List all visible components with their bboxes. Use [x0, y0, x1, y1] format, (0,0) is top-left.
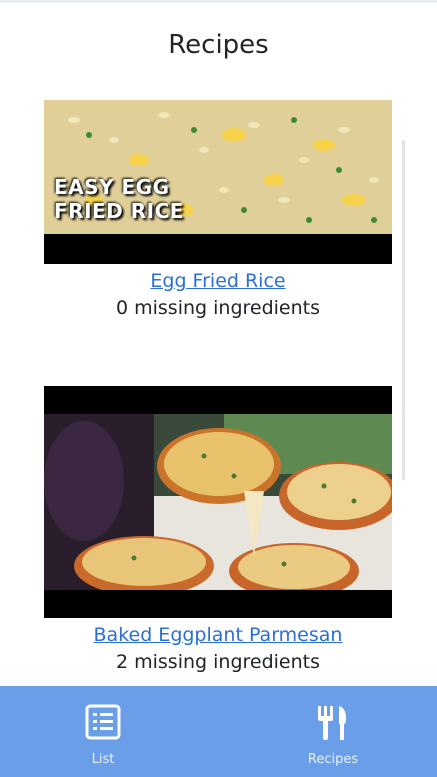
bottom-tab-bar: List Recipes — [0, 686, 437, 777]
fork-knife-icon — [315, 704, 351, 746]
thumbnail-caption: EASY EGG FRIED RICE — [54, 175, 184, 223]
recipe-link-egg-fried-rice[interactable]: Egg Fried Rice — [150, 268, 285, 294]
scrollbar[interactable] — [402, 140, 405, 480]
missing-ingredients-count: 0 missing ingredients — [115, 297, 321, 319]
missing-ingredients-count: 2 missing ingredients — [115, 651, 321, 673]
tab-list[interactable]: List — [43, 686, 163, 777]
recipe-card: EASY EGG FRIED RICE Egg Fried Rice 0 mis… — [44, 100, 392, 322]
recipe-link-eggplant-parmesan[interactable]: Baked Eggplant Parmesan — [94, 622, 343, 648]
page-title: Recipes — [168, 30, 269, 60]
eggplant-parmesan-image — [44, 386, 392, 618]
tab-recipes[interactable]: Recipes — [273, 686, 393, 777]
recipe-thumbnail-eggplant-parmesan[interactable] — [44, 386, 392, 618]
tab-label: Recipes — [307, 752, 359, 767]
tab-label: List — [91, 752, 115, 767]
recipe-card: Baked Eggplant Parmesan 2 missing ingred… — [44, 386, 392, 676]
list-icon — [85, 704, 121, 744]
top-divider — [0, 0, 437, 3]
recipe-thumbnail-egg-fried-rice[interactable]: EASY EGG FRIED RICE — [44, 100, 392, 264]
